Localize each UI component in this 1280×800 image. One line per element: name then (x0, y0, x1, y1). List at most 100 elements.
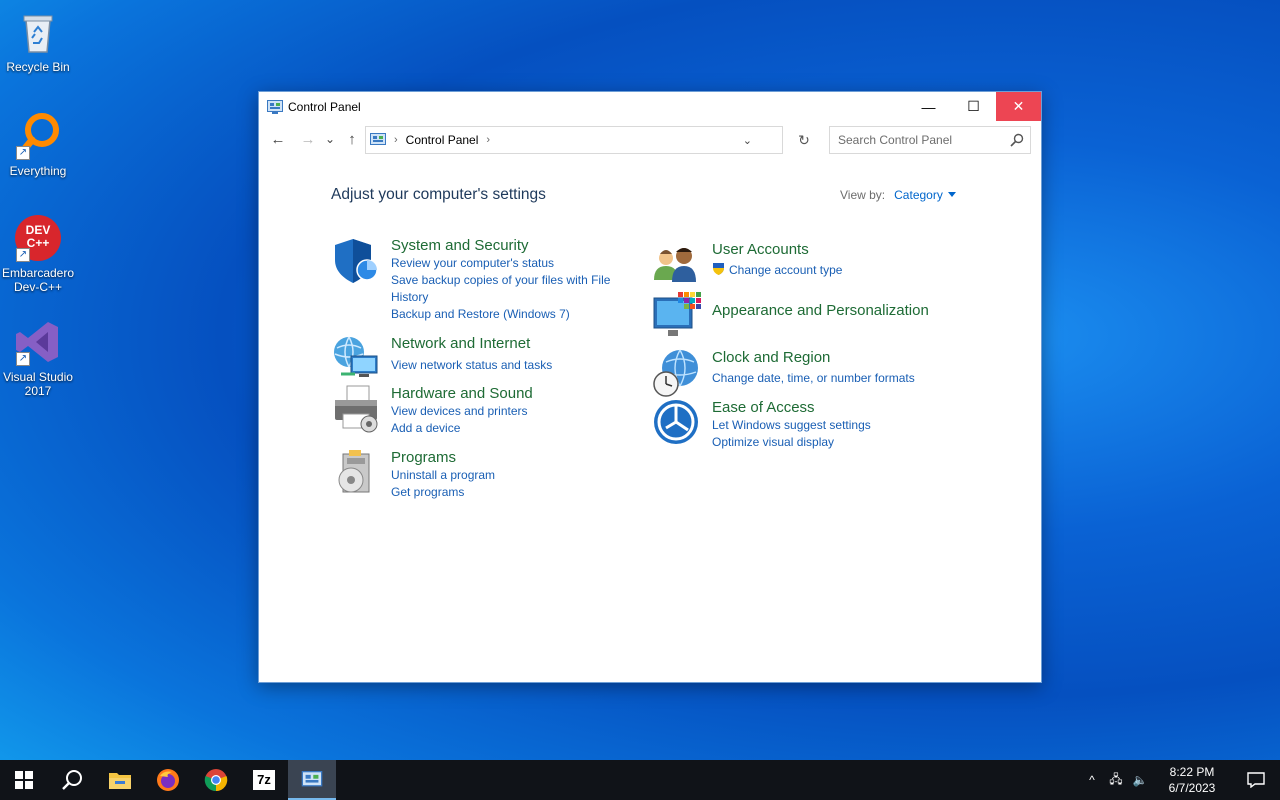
address-dropdown-chevron-icon[interactable]: ⌄ (743, 134, 752, 147)
view-by-label: View by: (840, 188, 886, 202)
minimize-button[interactable]: — (906, 92, 951, 121)
category-title[interactable]: Network and Internet (391, 334, 552, 353)
taskbar-chrome[interactable] (192, 760, 240, 800)
shortcut-arrow-icon: ↗ (16, 146, 30, 160)
forward-arrow-icon[interactable]: → (297, 128, 319, 150)
7zip-icon: 7z (253, 770, 275, 790)
window-title: Control Panel (288, 100, 361, 114)
link-backup-restore[interactable]: Backup and Restore (Windows 7) (391, 306, 621, 323)
uac-shield-icon (713, 263, 724, 275)
link-date-time-formats[interactable]: Change date, time, or number formats (712, 370, 915, 387)
recent-locations-chevron-icon[interactable]: ⌄ (319, 128, 341, 150)
taskbar-control-panel[interactable] (288, 760, 336, 800)
clock[interactable]: 8:22 PM 6/7/2023 (1152, 764, 1232, 796)
category-title[interactable]: Appearance and Personalization (712, 301, 929, 320)
control-panel-window: Control Panel — ☐ ✕ ← → ⌄ ↑ › Control Pa… (258, 91, 1042, 683)
show-hidden-icons-chevron-icon[interactable]: ^ (1080, 773, 1104, 787)
breadcrumb-control-panel[interactable]: Control Panel (406, 133, 479, 147)
navigation-bar: ← → ⌄ ↑ › Control Panel › ⌄ ↻ Search Con… (259, 122, 1041, 156)
category-system-security: System and Security Review your computer… (331, 236, 621, 323)
search-icon (62, 770, 82, 790)
taskbar-7zip[interactable]: 7z (240, 760, 288, 800)
taskbar-file-explorer[interactable] (96, 760, 144, 800)
taskbar-search-button[interactable] (48, 760, 96, 800)
link-network-status[interactable]: View network status and tasks (391, 357, 552, 374)
link-file-history[interactable]: Save backup copies of your files with Fi… (391, 272, 621, 306)
desktop-icon-everything[interactable]: ↗ Everything (0, 112, 76, 178)
firefox-icon (157, 769, 179, 791)
link-label: Change account type (729, 263, 843, 277)
desktop-icon-label: Everything (9, 164, 67, 178)
taskbar-firefox[interactable] (144, 760, 192, 800)
link-devices-printers[interactable]: View devices and printers (391, 403, 533, 420)
recycle-bin-icon (14, 8, 62, 56)
dropdown-caret-icon[interactable] (947, 192, 956, 197)
visual-studio-icon: ↗ (14, 318, 62, 366)
start-button[interactable] (0, 760, 48, 800)
notification-icon (1247, 772, 1265, 788)
up-arrow-icon[interactable]: ↑ (341, 128, 363, 150)
close-button[interactable]: ✕ (996, 92, 1041, 121)
clock-date: 6/7/2023 (1168, 781, 1216, 795)
desktop-icon-recycle-bin[interactable]: Recycle Bin (0, 8, 76, 74)
category-title[interactable]: User Accounts (712, 240, 842, 259)
network-icon[interactable]: 🖧 (1104, 770, 1128, 791)
action-center-button[interactable] (1232, 760, 1280, 800)
desktop-icon-dev-cpp[interactable]: DEV C++ ↗ Embarcadero Dev-C++ (0, 214, 76, 294)
shortcut-arrow-icon: ↗ (16, 248, 30, 262)
link-uninstall-program[interactable]: Uninstall a program (391, 467, 495, 484)
taskbar: 7z ^ 🖧 🔈 8:22 PM 6/7/2023 (0, 760, 1280, 800)
category-hardware-sound: Hardware and Sound View devices and prin… (331, 384, 533, 437)
system-tray: ^ 🖧 🔈 8:22 PM 6/7/2023 (1080, 760, 1280, 800)
breadcrumb-separator-icon[interactable]: › (486, 134, 490, 146)
view-by-control: View by: Category (840, 188, 956, 202)
desktop-icon-visual-studio[interactable]: ↗ Visual Studio 2017 (0, 318, 76, 398)
category-title[interactable]: Programs (391, 448, 495, 467)
desktop-icon-label: Embarcadero Dev-C++ (1, 266, 75, 294)
address-bar[interactable]: › Control Panel › ⌄ ↻ (365, 126, 810, 154)
everything-search-icon: ↗ (14, 112, 62, 160)
category-user-accounts: User Accounts Change account type (652, 240, 842, 290)
control-panel-icon (301, 771, 323, 787)
windows-logo-icon (15, 771, 33, 789)
category-ease-of-access: Ease of Access Let Windows suggest setti… (652, 398, 871, 451)
link-review-status[interactable]: Review your computer's status (391, 255, 621, 272)
back-arrow-icon[interactable]: ← (267, 128, 289, 150)
search-placeholder: Search Control Panel (838, 133, 953, 147)
breadcrumb-separator-icon[interactable]: › (394, 134, 398, 146)
shield-icon (331, 236, 381, 286)
refresh-icon[interactable]: ↻ (792, 132, 816, 149)
volume-muted-icon[interactable]: 🔈 (1128, 773, 1152, 787)
category-title[interactable]: Hardware and Sound (391, 384, 533, 403)
link-get-programs[interactable]: Get programs (391, 484, 495, 501)
link-windows-suggest-settings[interactable]: Let Windows suggest settings (712, 417, 871, 434)
category-title[interactable]: Ease of Access (712, 398, 871, 417)
category-title[interactable]: Clock and Region (712, 348, 915, 367)
printer-icon (331, 384, 381, 434)
control-panel-icon (267, 100, 283, 114)
search-icon[interactable] (1010, 133, 1024, 147)
clock-time: 8:22 PM (1169, 765, 1215, 779)
desktop-icon-label: Recycle Bin (6, 60, 70, 74)
title-bar[interactable]: Control Panel — ☐ ✕ (259, 92, 1041, 122)
view-by-dropdown[interactable]: Category (894, 188, 943, 202)
dev-cpp-badge: DEV C++ (25, 223, 51, 250)
category-title[interactable]: System and Security (391, 236, 621, 255)
search-input[interactable]: Search Control Panel (829, 126, 1031, 154)
shortcut-arrow-icon: ↗ (16, 352, 30, 366)
link-add-device[interactable]: Add a device (391, 420, 533, 437)
monitor-icon (652, 292, 702, 342)
category-network-internet: Network and Internet View network status… (331, 334, 552, 384)
dev-cpp-icon: DEV C++ ↗ (14, 214, 62, 262)
link-optimize-visual-display[interactable]: Optimize visual display (712, 434, 871, 451)
clock-globe-icon (652, 348, 702, 398)
desktop-icon-label: Visual Studio 2017 (3, 370, 73, 398)
network-icon (331, 334, 381, 384)
control-panel-icon (370, 133, 386, 145)
users-icon (652, 240, 702, 290)
folder-icon (109, 773, 131, 789)
programs-icon (331, 448, 381, 498)
link-change-account-type[interactable]: Change account type (712, 262, 842, 279)
maximize-button[interactable]: ☐ (951, 92, 996, 121)
ease-of-access-icon (652, 398, 702, 448)
